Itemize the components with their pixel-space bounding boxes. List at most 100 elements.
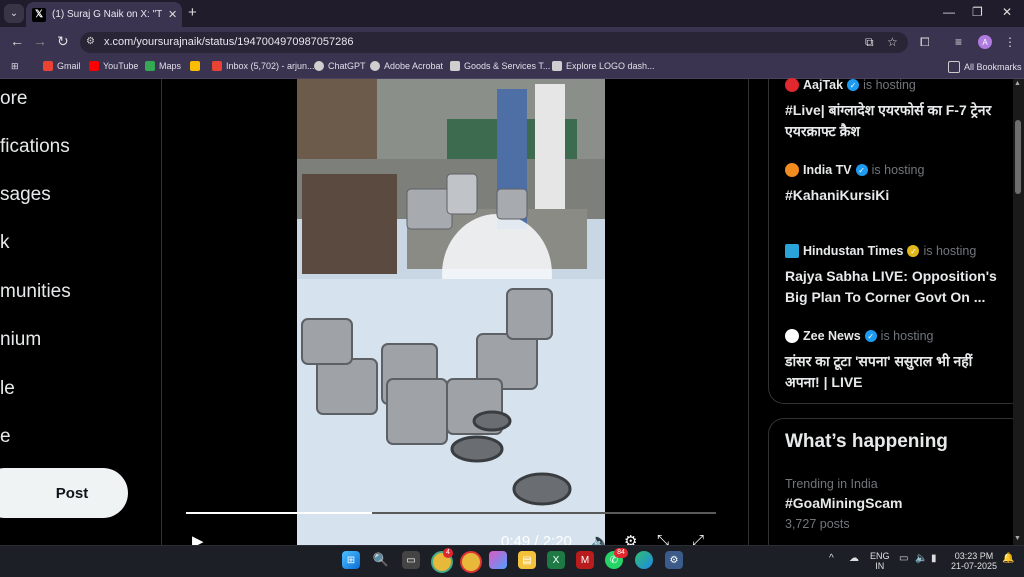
gmail-icon — [43, 61, 53, 71]
media-controls-icon[interactable]: ≡ — [955, 35, 962, 49]
cast-icon[interactable]: ⧉ — [865, 35, 874, 50]
language-code: ENG — [870, 551, 890, 561]
bookmark-gst[interactable]: Goods & Services T... — [450, 61, 550, 71]
bookmark-explore[interactable]: Explore LOGO dash... — [552, 61, 655, 71]
tab-title: (1) Suraj G Naik on X: "This is fr — [52, 9, 162, 20]
zeenews-avatar-icon — [785, 329, 799, 343]
tab-search-button[interactable]: ⌄ — [4, 4, 24, 23]
nav-premium[interactable]: nium — [0, 329, 41, 351]
bookmark-label: ChatGPT — [328, 61, 366, 71]
nav-messages[interactable]: sages — [0, 184, 51, 206]
host-row-indiatv[interactable]: India TV ✓ is hosting — [785, 163, 924, 177]
display-icon[interactable]: ▭ — [899, 553, 908, 564]
host-row-hindustan-times[interactable]: Hindustan Times ✓ is hosting — [785, 244, 976, 258]
nav-more[interactable]: ore — [0, 88, 27, 110]
post-button-label: Post — [55, 484, 89, 502]
window-close-icon[interactable]: ✕ — [1002, 5, 1012, 19]
video-frame[interactable] — [297, 79, 605, 545]
windows-start-icon[interactable]: ⊞ — [342, 551, 360, 569]
close-icon[interactable]: ✕ — [168, 8, 177, 21]
hindustantimes-avatar-icon — [785, 244, 799, 258]
nav-grok[interactable]: k — [0, 232, 10, 254]
restore-icon[interactable]: ❐ — [972, 5, 983, 19]
edge-icon[interactable] — [635, 551, 653, 569]
host-row-aajtak[interactable]: AajTak ✓ is hosting — [785, 78, 916, 92]
notifications-bell-icon[interactable]: 🔔 — [1002, 553, 1014, 564]
bookmark-icon — [190, 61, 200, 71]
bookmark-maps[interactable]: Maps — [145, 61, 181, 71]
scroll-down-icon[interactable]: ▼ — [1014, 535, 1021, 542]
site-info-icon[interactable]: ⚙ — [86, 36, 95, 47]
nav-more-options[interactable]: e — [0, 426, 11, 448]
host-name: Hindustan Times — [803, 244, 904, 258]
bookmark-acrobat[interactable]: Adobe Acrobat — [370, 61, 443, 71]
apps-grid-icon[interactable]: ⊞ — [11, 61, 19, 72]
clock-time: 03:23 PM — [954, 551, 994, 561]
host-title[interactable]: Rajya Sabha LIVE: Opposition's Big Plan … — [785, 266, 1010, 308]
notification-badge: 4 — [443, 548, 453, 558]
bookmark-label: Inbox (5,702) - arjun... — [226, 61, 315, 71]
all-bookmarks[interactable]: All Bookmarks — [948, 61, 1022, 73]
search-icon[interactable]: 🔍 — [372, 551, 390, 569]
chrome-profile-icon[interactable] — [460, 551, 482, 573]
forward-icon[interactable]: → — [33, 33, 47, 49]
excel-icon[interactable]: X — [547, 551, 565, 569]
trend-name[interactable]: #GoaMiningScam — [785, 495, 902, 511]
region-code: IN — [875, 561, 885, 571]
copilot-icon[interactable] — [489, 551, 507, 569]
trend-context: Trending in India — [785, 477, 878, 491]
gmail-icon — [212, 61, 222, 71]
url-text[interactable]: x.com/yoursurajnaik/status/1947004970987… — [104, 36, 354, 48]
bookmark-gmail[interactable]: Gmail — [43, 61, 81, 71]
all-bookmarks-label: All Bookmarks — [964, 62, 1022, 72]
back-icon[interactable]: ← — [10, 33, 24, 49]
chevron-up-icon[interactable]: ^ — [829, 553, 834, 564]
bookmark-youtube[interactable]: YouTube — [89, 61, 138, 71]
bookmark-label: Gmail — [57, 61, 81, 71]
nav-notifications[interactable]: fications — [0, 136, 70, 158]
file-explorer-icon[interactable]: ▤ — [518, 551, 536, 569]
clock-date: 21-07-2025 — [951, 561, 998, 571]
column-divider — [161, 79, 162, 545]
mcafee-icon[interactable]: M — [576, 551, 594, 569]
x-logo-icon: 𝕏 — [32, 7, 46, 22]
bookmark-star-icon[interactable]: ☆ — [887, 35, 898, 49]
nav-communities[interactable]: munities — [0, 281, 71, 303]
scroll-up-icon[interactable]: ▲ — [1014, 80, 1021, 87]
host-title[interactable]: डांसर का टूटा 'सपना' ससुराल भी नहीं अपना… — [785, 351, 1010, 393]
host-status: is hosting — [880, 329, 934, 343]
settings-app-icon[interactable]: ⚙ — [665, 551, 683, 569]
bookmark-folder[interactable] — [190, 61, 200, 71]
post-button[interactable]: Post — [0, 468, 128, 518]
host-title[interactable]: #KahaniKursiKi — [785, 185, 1010, 206]
youtube-icon — [89, 61, 99, 71]
clock[interactable]: 03:23 PM 21-07-2025 — [951, 551, 997, 571]
scrollbar-thumb[interactable] — [1015, 120, 1021, 194]
bookmark-inbox[interactable]: Inbox (5,702) - arjun... — [212, 61, 315, 71]
bookmark-chatgpt[interactable]: ChatGPT — [314, 61, 366, 71]
extensions-icon[interactable]: ⧠ — [920, 35, 930, 50]
speaker-icon[interactable]: 🔈 — [915, 553, 927, 564]
host-title[interactable]: #Live| बांग्लादेश एयरफोर्स का F-7 ट्रेनर… — [785, 100, 1010, 142]
reload-icon[interactable]: ↻ — [57, 33, 69, 50]
host-name: AajTak — [803, 78, 844, 92]
task-view-icon[interactable]: ▭ — [402, 551, 420, 569]
nav-profile[interactable]: le — [0, 378, 15, 400]
host-status: is hosting — [863, 78, 916, 92]
chatgpt-icon — [314, 61, 324, 71]
battery-icon[interactable]: ▮ — [931, 553, 937, 564]
host-row-zee-news[interactable]: Zee News ✓ is hosting — [785, 329, 933, 343]
folder-icon — [948, 61, 960, 73]
minimize-icon[interactable]: — — [943, 5, 955, 19]
new-tab-button[interactable]: + — [188, 4, 197, 21]
active-tab[interactable]: 𝕏 (1) Suraj G Naik on X: "This is fr ✕ — [26, 2, 182, 27]
indiatv-avatar-icon — [785, 163, 799, 177]
verified-gold-badge-icon: ✓ — [907, 245, 920, 257]
menu-kebab-icon[interactable]: ⋮ — [1004, 35, 1016, 49]
language-indicator[interactable]: ENG IN — [870, 551, 890, 571]
profile-avatar[interactable]: A — [978, 35, 992, 49]
aajtak-avatar-icon — [785, 78, 799, 92]
cloud-icon[interactable]: ☁ — [849, 553, 859, 564]
page-icon — [552, 61, 562, 71]
host-name: Zee News — [803, 329, 861, 343]
